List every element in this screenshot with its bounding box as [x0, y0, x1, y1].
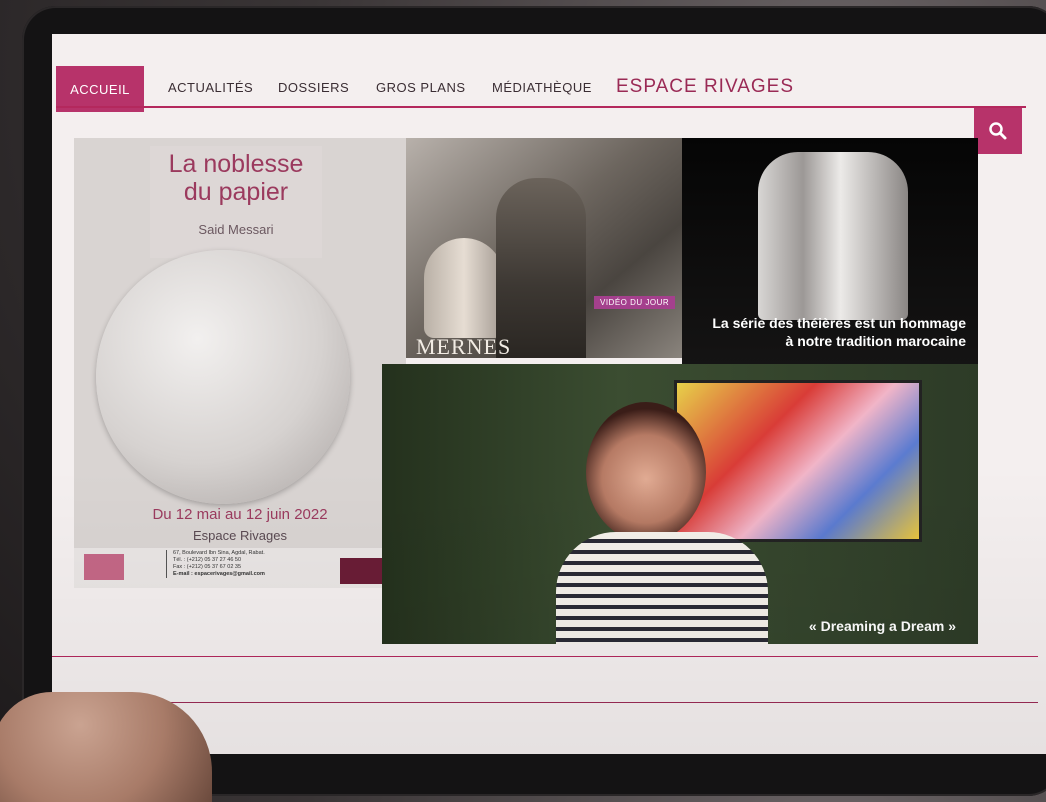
poster-title: La noblesse du papier: [150, 150, 322, 206]
dream-caption: « Dreaming a Dream »: [808, 618, 956, 634]
video-of-the-day-tile[interactable]: VIDÉO DU JOUR MERNES: [406, 138, 682, 358]
search-button[interactable]: [974, 108, 1022, 154]
nav-divider: [56, 106, 1026, 108]
teapot-caption-line2: à notre tradition marocaine: [785, 333, 966, 349]
artisan-image: [496, 178, 586, 358]
poster-title-line2: du papier: [183, 178, 289, 206]
nav-item-actualites[interactable]: ACTUALITÉS: [168, 80, 253, 95]
interviewee-striped-top: [556, 532, 768, 644]
nav-brand-espace-rivages[interactable]: ESPACE RIVAGES: [616, 76, 794, 98]
teapot-caption: La série des théières est un hommage à n…: [696, 314, 966, 350]
mernes-title: MERNES: [416, 334, 512, 358]
dreaming-a-dream-tile[interactable]: « Dreaming a Dream »: [382, 364, 978, 644]
screen: ACCUEIL ACTUALITÉS DOSSIERS GROS PLANS M…: [52, 34, 1046, 754]
poster-author: Said Messari: [198, 222, 274, 237]
nav-item-label: ACCUEIL: [70, 81, 130, 97]
poster-tel: Tél. : (+212) 05 37 27 46 50: [173, 557, 242, 563]
poster-footer: 67, Boulevard Ibn Sina, Agdal, Rabat. Té…: [74, 548, 406, 588]
teapot-sculpture-image: [758, 152, 908, 320]
poster-address: 67, Boulevard Ibn Sina, Agdal, Rabat.: [173, 550, 265, 556]
teapot-caption-line1: La série des théières est un hommage: [712, 315, 966, 331]
video-du-jour-badge: VIDÉO DU JOUR: [594, 296, 676, 309]
poster-fax: Fax : (+212) 05 37 67 02 35: [173, 564, 242, 570]
search-icon: [989, 122, 1007, 140]
poster-venue: Espace Rivages: [193, 528, 287, 543]
exhibition-poster-tile[interactable]: La noblesse du papier Said Messari Du 12…: [74, 138, 406, 588]
foundation-logo: [84, 554, 124, 580]
espace-rivages-logo: [340, 558, 388, 584]
poster-dates: Du 12 mai au 12 juin 2022: [152, 506, 328, 523]
hand-photo: [0, 692, 212, 802]
footer-divider: [52, 656, 1038, 657]
poster-contact-block: 67, Boulevard Ibn Sina, Agdal, Rabat. Té…: [166, 550, 303, 578]
paper-medallion-image: [96, 250, 350, 504]
interviewee-portrait: [586, 402, 706, 542]
nav-item-dossiers[interactable]: DOSSIERS: [278, 80, 349, 95]
abstract-painting-image: [674, 380, 922, 542]
nav-item-gros-plans[interactable]: GROS PLANS: [376, 80, 466, 95]
poster-email: E-mail : espacerivages@gmail.com: [173, 571, 265, 577]
nav-item-mediatheque[interactable]: MÉDIATHÈQUE: [492, 80, 592, 95]
teapot-series-tile[interactable]: La série des théières est un hommage à n…: [682, 138, 978, 370]
ceramic-jar-image: [424, 238, 504, 338]
poster-title-line1: La noblesse: [168, 150, 304, 178]
footer-divider-lower: [52, 702, 1038, 703]
